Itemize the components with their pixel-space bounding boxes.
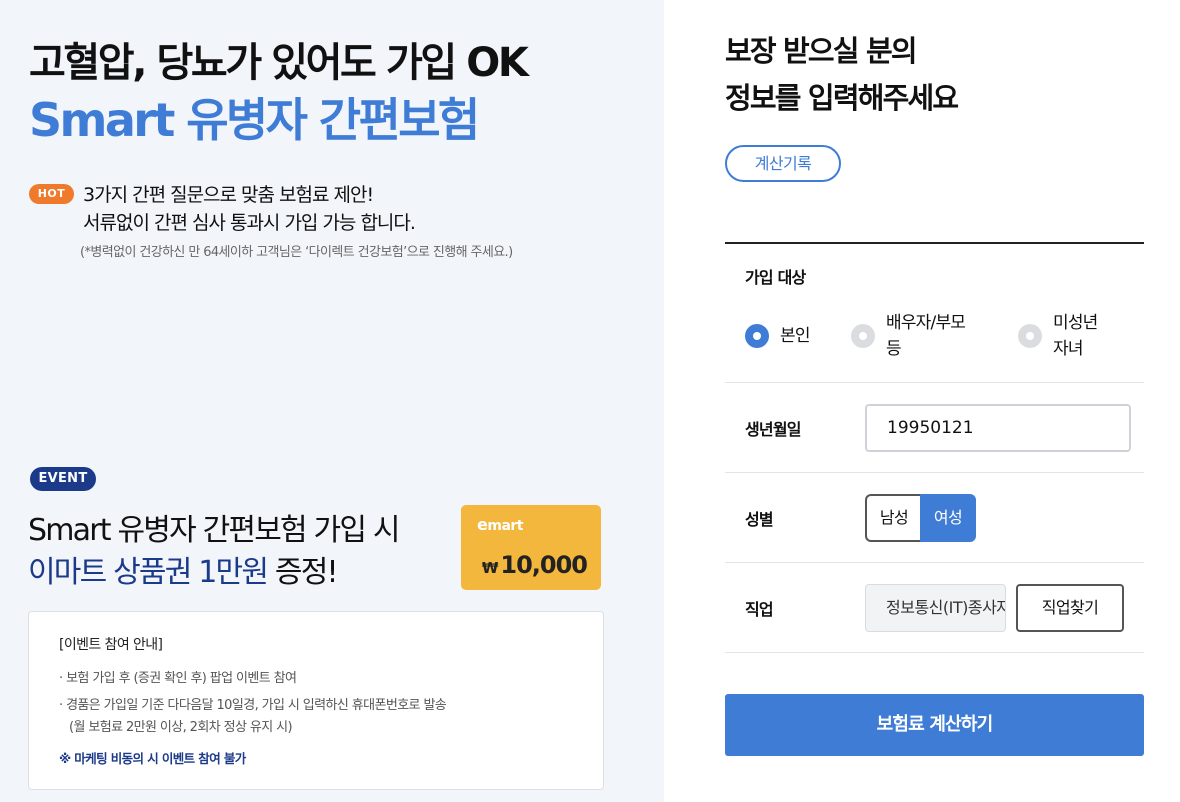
radio-label: 배우자/부모 등 — [886, 313, 966, 359]
hot-description-line2: 서류없이 간편 심사 통과시 가입 가능 합니다. — [83, 212, 416, 234]
radio-unselected-icon — [1018, 324, 1042, 348]
event-title-line1: Smart 유병자 간편보험 가입 시 — [28, 513, 401, 548]
hot-description-line1: 3가지 간편 질문으로 맞춤 보험료 제안! — [83, 184, 374, 206]
job-field[interactable]: 정보통신(IT)종사자 — [865, 584, 1006, 632]
radio-label: 본인 — [780, 326, 810, 346]
row-divider — [725, 472, 1144, 473]
promo-panel: 고혈압, 당뇨가 있어도 가입 OK Smart 유병자 간편보험 HOT 3가… — [0, 0, 664, 802]
job-search-button[interactable]: 직업찾기 — [1016, 584, 1124, 632]
event-info-title: [이벤트 참여 안내] — [59, 637, 163, 653]
event-title-suffix: 증정! — [267, 555, 339, 590]
emart-logo: emart — [477, 515, 523, 534]
event-info-item: · 경품은 가입일 기준 다다음달 10일경, 가입 시 입력하신 휴대폰번호로… — [59, 698, 447, 713]
job-label: 직업 — [745, 600, 774, 619]
birth-label: 생년월일 — [745, 420, 801, 439]
event-badge: EVENT — [30, 467, 96, 491]
hot-footnote: (*병력없이 건강하신 만 64세이하 고객님은 ‘다이렉트 건강보험’으로 진… — [80, 245, 513, 260]
radio-selected-icon — [745, 324, 769, 348]
giftcard-amount: ₩10,000 — [481, 551, 588, 579]
row-divider — [725, 562, 1144, 563]
gender-toggle: 남성 여성 — [865, 494, 976, 542]
calculator-form-panel: 보장 받으실 분의 정보를 입력해주세요 계산기록 가입 대상 본인 배우자/부… — [664, 0, 1180, 802]
gender-label: 성별 — [745, 510, 774, 529]
radio-spouse-parent[interactable]: 배우자/부모 등 — [851, 310, 966, 362]
row-divider — [725, 382, 1144, 383]
radio-unselected-icon — [851, 324, 875, 348]
event-info-box: [이벤트 참여 안내] · 보험 가입 후 (증권 확인 후) 팝업 이벤트 참… — [28, 611, 604, 790]
birthdate-input[interactable] — [865, 404, 1131, 452]
calculate-premium-button[interactable]: 보험료 계산하기 — [725, 694, 1144, 756]
event-info-warning: ※ 마케팅 비동의 시 이벤트 참여 불가 — [59, 751, 246, 766]
row-divider — [725, 652, 1144, 653]
calc-history-button[interactable]: 계산기록 — [725, 145, 841, 182]
event-gift-highlight: 이마트 상품권 1만원 — [28, 555, 269, 590]
event-info-condition: (월 보험료 2만원 이상, 2회차 정상 유지 시) — [69, 720, 293, 735]
radio-minor-child[interactable]: 미성년 자녀 — [1018, 310, 1098, 362]
event-info-item: · 보험 가입 후 (증권 확인 후) 팝업 이벤트 참여 — [59, 671, 297, 686]
form-divider — [725, 242, 1144, 244]
radio-label: 미성년 자녀 — [1053, 313, 1098, 359]
form-title-line1: 보장 받으실 분의 — [725, 34, 918, 68]
hot-badge: HOT — [29, 184, 74, 204]
gender-female-button[interactable]: 여성 — [920, 494, 976, 542]
target-label: 가입 대상 — [745, 268, 806, 287]
radio-self[interactable]: 본인 — [745, 323, 810, 349]
hero-headline: 고혈압, 당뇨가 있어도 가입 OK — [29, 40, 529, 86]
hero-product-name: Smart 유병자 간편보험 — [29, 93, 480, 147]
emart-giftcard-image: emart ₩10,000 — [461, 505, 601, 590]
form-title-line2: 정보를 입력해주세요 — [725, 81, 959, 115]
gender-male-button[interactable]: 남성 — [865, 494, 921, 542]
event-title-line2: 이마트 상품권 1만원 증정! — [28, 547, 339, 591]
